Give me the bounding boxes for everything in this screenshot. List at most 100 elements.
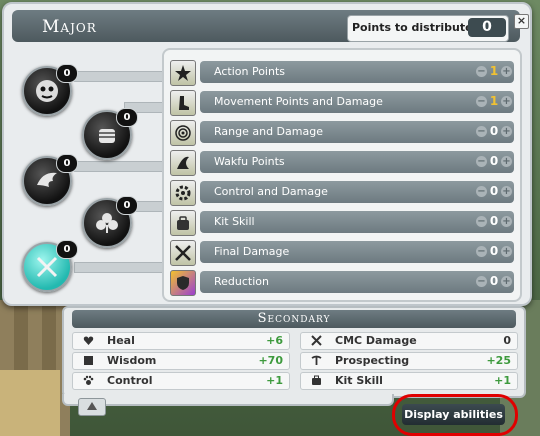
list-item-value: 0 (489, 244, 499, 258)
increase-button[interactable]: + (501, 126, 512, 137)
secondary-stat: Wisdom +70 (72, 352, 290, 370)
decrease-button[interactable]: − (476, 246, 487, 257)
stat-value: +70 (258, 354, 283, 367)
branch-intelligence-orb[interactable]: 0 (22, 64, 78, 116)
arrow-up-icon (87, 402, 97, 410)
list-item-label: Wakfu Points (214, 155, 285, 168)
display-abilities-button[interactable]: Display abilities (402, 404, 505, 425)
stat-value: +6 (266, 334, 283, 347)
clover-icon (96, 213, 118, 233)
secondary-stat: Heal +6 (72, 332, 290, 350)
list-item-label: Movement Points and Damage (214, 95, 383, 108)
increase-button[interactable]: + (501, 186, 512, 197)
crossed-swords-icon (36, 256, 58, 278)
mask-icon (36, 80, 58, 102)
list-item-value: 1 (489, 94, 499, 108)
list-item-label: Range and Damage (214, 125, 323, 138)
branch-strength-orb[interactable]: 0 (82, 108, 138, 160)
list-item-value: 0 (489, 124, 499, 138)
list-item: Reduction − 0 + (170, 270, 514, 296)
star-icon (170, 60, 196, 86)
tree-connector (74, 71, 164, 82)
list-item-value: 0 (489, 214, 499, 228)
decrease-button[interactable]: − (476, 156, 487, 167)
decrease-button[interactable]: − (476, 126, 487, 137)
list-item-label: Reduction (214, 275, 269, 288)
stat-value: +1 (266, 374, 283, 387)
kit-icon (170, 210, 196, 236)
secondary-stat: CMC Damage 0 (300, 332, 518, 350)
list-item: Wakfu Points − 0 + (170, 150, 514, 176)
shield-icon (170, 270, 196, 296)
list-item-value: 0 (489, 154, 499, 168)
heart-icon (83, 336, 94, 345)
decrease-button[interactable]: − (476, 96, 487, 107)
branch-chance-orb[interactable]: 0 (82, 196, 138, 248)
increase-button[interactable]: + (501, 246, 512, 257)
list-item-bar: Kit Skill − 0 + (200, 211, 514, 233)
increase-button[interactable]: + (501, 66, 512, 77)
branch-major-orb[interactable]: 0 (22, 240, 78, 292)
list-item-bar: Control and Damage − 0 + (200, 181, 514, 203)
decrease-button[interactable]: − (476, 216, 487, 227)
list-item-label: Action Points (214, 65, 285, 78)
tree-connector (74, 161, 164, 172)
book-icon (84, 356, 93, 365)
window-title: Major (42, 17, 97, 37)
branch-agility-orb[interactable]: 0 (22, 154, 78, 206)
list-item: Control and Damage − 0 + (170, 180, 514, 206)
collapse-button[interactable] (78, 398, 106, 416)
increase-button[interactable]: + (501, 156, 512, 167)
points-to-distribute: Points to distribute: 0 (347, 15, 509, 42)
major-list: Action Points − 1 + Movement Points and … (162, 48, 522, 302)
branch-count-badge: 0 (56, 240, 78, 259)
list-item-value: 0 (489, 274, 499, 288)
decrease-button[interactable]: − (476, 186, 487, 197)
stat-value: +1 (494, 374, 511, 387)
list-item-bar: Movement Points and Damage − 1 + (200, 91, 514, 113)
panel-footer (62, 394, 394, 406)
stat-value: +25 (486, 354, 511, 367)
target-icon (170, 120, 196, 146)
increase-button[interactable]: + (501, 216, 512, 227)
stat-value: 0 (503, 334, 511, 347)
increase-button[interactable]: + (501, 96, 512, 107)
decrease-button[interactable]: − (476, 276, 487, 287)
stat-label: CMC Damage (335, 334, 417, 347)
close-button[interactable]: × (514, 14, 529, 29)
branch-count-badge: 0 (116, 196, 138, 215)
display-abilities-highlight: Display abilities (392, 394, 518, 436)
list-item-bar: Final Damage − 0 + (200, 241, 514, 263)
stat-label: Prospecting (335, 354, 410, 367)
stat-label: Kit Skill (335, 374, 383, 387)
list-item-label: Final Damage (214, 245, 290, 258)
swords-icon (170, 240, 196, 266)
stat-label: Wisdom (107, 354, 157, 367)
pickaxe-icon (311, 355, 322, 365)
branch-count-badge: 0 (56, 64, 78, 83)
boot-icon (170, 90, 196, 116)
kit-icon (312, 375, 321, 385)
secondary-stat: Kit Skill +1 (300, 372, 518, 390)
paw-icon (83, 375, 94, 385)
secondary-stat: Prospecting +25 (300, 352, 518, 370)
secondary-panel: Secondary Heal +6 CMC Damage 0 Wisdom +7… (62, 306, 526, 398)
decrease-button[interactable]: − (476, 66, 487, 77)
tree-connector (74, 262, 164, 273)
stat-label: Heal (107, 334, 135, 347)
characteristics-window: Major Points to distribute: 0 × 0 0 0 0 … (2, 2, 532, 306)
secondary-stat: Control +1 (72, 372, 290, 390)
list-item: Kit Skill − 0 + (170, 210, 514, 236)
list-item-label: Kit Skill (214, 215, 255, 228)
points-label: Points to distribute: (352, 21, 477, 34)
list-item: Final Damage − 0 + (170, 240, 514, 266)
secondary-title: Secondary (72, 310, 516, 328)
list-item-value: 1 (489, 64, 499, 78)
branch-count-badge: 0 (56, 154, 78, 173)
list-item-label: Control and Damage (214, 185, 328, 198)
list-item-value: 0 (489, 184, 499, 198)
list-item-bar: Range and Damage − 0 + (200, 121, 514, 143)
stat-label: Control (107, 374, 153, 387)
increase-button[interactable]: + (501, 276, 512, 287)
cmc-damage-icon (311, 335, 322, 346)
